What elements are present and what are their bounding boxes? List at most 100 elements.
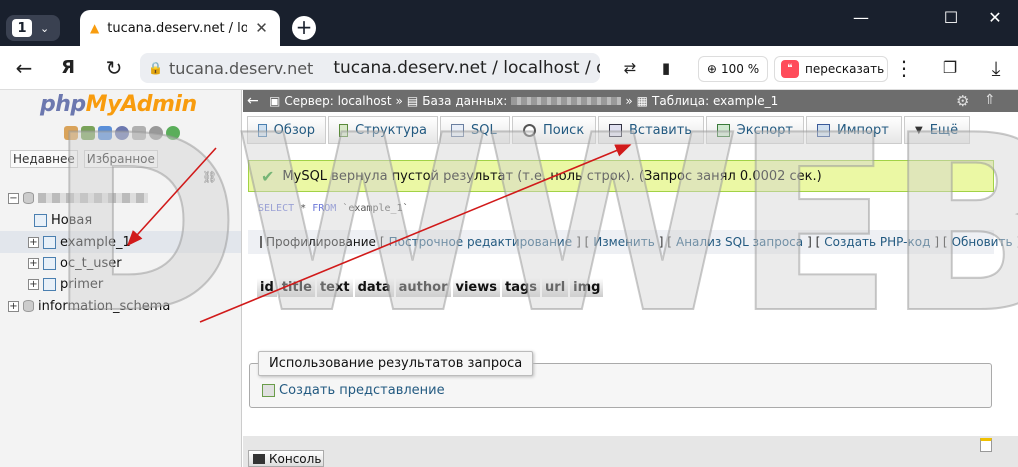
phpmyadmin-favicon-icon: ▲ xyxy=(90,21,100,35)
inline-edit-link[interactable]: Построчное редактирование xyxy=(389,235,573,249)
column-header[interactable]: data xyxy=(353,277,395,298)
collapse-icon[interactable]: ⇑ xyxy=(984,92,996,108)
refresh-link[interactable]: Обновить xyxy=(952,235,1013,249)
column-header[interactable]: img xyxy=(569,277,605,298)
bottom-area xyxy=(243,436,1018,467)
import-icon xyxy=(817,123,830,137)
zoom-button[interactable]: ⊕ 100 % xyxy=(698,56,768,82)
create-view-link[interactable]: Создать представление xyxy=(262,383,445,398)
column-header[interactable]: views xyxy=(451,277,501,298)
sql-icon xyxy=(451,123,464,137)
database-icon xyxy=(23,300,34,312)
more-menu-icon[interactable]: ⋮ xyxy=(890,56,918,80)
translate-icon[interactable]: ⇄ xyxy=(616,56,644,80)
zoom-value: 100 % xyxy=(720,62,760,76)
close-window-icon[interactable]: ✕ xyxy=(980,8,1010,27)
column-header[interactable]: text xyxy=(315,277,354,298)
tab-switcher-button[interactable]: 1 ⌄ xyxy=(6,15,60,41)
collapse-icon[interactable]: − xyxy=(8,192,19,204)
create-php-link[interactable]: Создать PHP-код xyxy=(824,235,930,249)
retell-button[interactable]: ❝ пересказать xyxy=(774,56,888,82)
tree-label-new: Новая xyxy=(51,212,93,228)
edit-link[interactable]: Изменить xyxy=(593,235,655,249)
query-results-legend: Использование результатов запроса xyxy=(258,351,534,376)
tab-structure[interactable]: Структура xyxy=(328,116,438,144)
yandex-icon[interactable]: Я xyxy=(54,56,82,80)
tab-sql[interactable]: SQL xyxy=(440,116,510,144)
sql-query[interactable]: SELECT * FROM `example_1` xyxy=(258,203,409,214)
url-domain: tucana.deserv.net xyxy=(168,58,314,78)
table-icon xyxy=(43,256,56,270)
console-button[interactable]: Консоль xyxy=(248,450,324,467)
sql-keyword-from: FROM xyxy=(312,203,337,214)
docs-icon[interactable] xyxy=(115,126,129,140)
tab-title: tucana.deserv.net / localhost / dw xyxy=(107,20,248,36)
query-window-icon[interactable] xyxy=(98,126,112,140)
tab-browse-label: Обзор xyxy=(273,122,315,138)
bracket: ] [ xyxy=(576,235,590,249)
logout-icon[interactable] xyxy=(81,126,95,140)
link-icon[interactable]: ⛓ xyxy=(202,170,217,184)
home-icon[interactable] xyxy=(64,126,78,140)
back-arrow-icon[interactable]: ← xyxy=(10,56,38,80)
column-header[interactable]: author xyxy=(394,277,452,298)
zoom-icon: ⊕ xyxy=(706,62,717,76)
close-tab-icon[interactable]: ✕ xyxy=(255,19,268,37)
url-field[interactable]: 🔒 tucana.deserv.net tucana.deserv.net / … xyxy=(140,53,600,83)
column-header[interactable]: id xyxy=(256,277,278,298)
expand-icon[interactable]: + xyxy=(28,236,39,248)
tree-item-primer[interactable]: + primer xyxy=(28,274,103,294)
expand-icon[interactable]: + xyxy=(28,257,39,269)
chevron-down-icon: ▼ xyxy=(915,124,923,136)
minimize-icon[interactable]: — xyxy=(846,8,876,27)
recent-tables-tab[interactable]: Недавнее xyxy=(10,150,78,168)
table-icon xyxy=(43,277,56,291)
tree-item-new[interactable]: Новая xyxy=(34,210,92,230)
expand-icon[interactable]: + xyxy=(28,278,39,290)
reload-nav-icon[interactable] xyxy=(166,126,180,140)
tab-search-label: Поиск xyxy=(543,122,585,138)
phpmyadmin-logo[interactable]: phpMyAdmin xyxy=(40,92,197,117)
column-header[interactable]: tags xyxy=(501,277,542,298)
tab-more[interactable]: ▼ Ещё xyxy=(904,116,970,144)
analyze-link[interactable]: Анализ SQL запроса xyxy=(676,235,803,249)
tree-item-oc-t-user[interactable]: + oc_t_user xyxy=(28,253,122,273)
tree-db-hidden[interactable]: − xyxy=(8,188,148,208)
database-icon xyxy=(23,192,34,204)
breadcrumb-database[interactable]: База данных: xyxy=(422,94,507,108)
tab-export[interactable]: Экспорт xyxy=(706,116,804,144)
insert-icon xyxy=(609,123,622,137)
note-icon[interactable] xyxy=(980,438,992,452)
favorite-tables-tab[interactable]: Избранное xyxy=(83,150,158,168)
new-tab-button[interactable]: + xyxy=(292,16,316,40)
tab-browse[interactable]: Обзор xyxy=(247,116,326,144)
gear-icon[interactable] xyxy=(149,126,163,140)
back-arrow-icon[interactable]: ← xyxy=(247,93,265,109)
breadcrumb-sep: » xyxy=(625,94,633,108)
expand-icon[interactable]: + xyxy=(8,300,19,312)
tab-insert[interactable]: Вставить xyxy=(598,116,704,144)
bookmark-icon[interactable]: ▮ xyxy=(652,56,680,80)
tree-item-example-1[interactable]: + example_1 xyxy=(28,232,131,252)
navigation-panel: phpMyAdmin Недавнее Избранное ⛓ − Новая … xyxy=(0,90,242,467)
collections-icon[interactable]: ❐ xyxy=(936,56,964,80)
tab-count: 1 xyxy=(12,19,32,37)
bracket: ] [ xyxy=(807,235,821,249)
sql-docs-icon[interactable] xyxy=(132,126,146,140)
breadcrumb-server[interactable]: Сервер: localhost xyxy=(284,94,391,108)
tab-insert-label: Вставить xyxy=(629,122,692,138)
breadcrumb-table[interactable]: Таблица: example_1 xyxy=(652,94,778,108)
tab-search[interactable]: Поиск xyxy=(512,116,596,144)
gear-icon[interactable]: ⚙ xyxy=(956,92,969,110)
column-header[interactable]: title xyxy=(277,277,316,298)
maximize-icon[interactable]: ☐ xyxy=(936,8,966,27)
browser-tab[interactable]: ▲ tucana.deserv.net / localhost / dw ✕ xyxy=(80,10,280,46)
profiling-checkbox[interactable] xyxy=(260,236,262,248)
reload-icon[interactable]: ↻ xyxy=(100,56,128,80)
breadcrumb: ← ▣ Сервер: localhost » ▤ База данных: »… xyxy=(243,90,1018,112)
tab-import[interactable]: Импорт xyxy=(806,116,902,144)
download-icon[interactable]: ⤓ xyxy=(982,56,1010,80)
tree-db-information-schema[interactable]: + information_schema xyxy=(8,296,170,316)
column-header[interactable]: url xyxy=(541,277,570,298)
sql-keyword-select: SELECT xyxy=(258,203,295,214)
